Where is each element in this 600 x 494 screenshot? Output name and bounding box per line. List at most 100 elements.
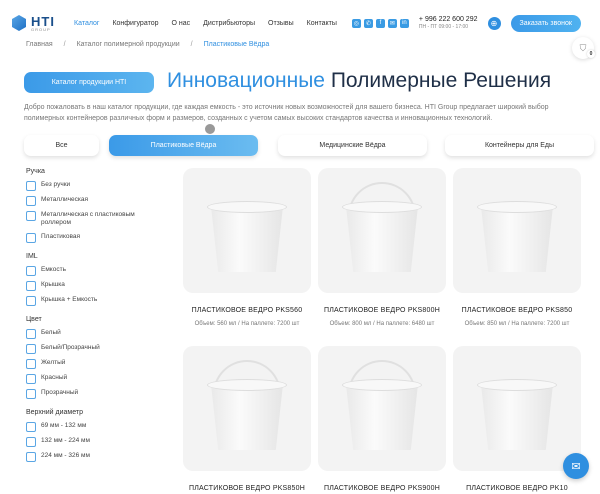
filter-label: Белый/Прозрачный bbox=[41, 343, 100, 351]
product-name[interactable]: ПЛАСТИКОВОЕ ВЕДРО PKS560 bbox=[192, 307, 303, 314]
product-name[interactable]: ПЛАСТИКОВОЕ ВЕДРО PKS850 bbox=[462, 307, 573, 314]
whatsapp-icon[interactable]: ✆ bbox=[363, 18, 373, 28]
filter-option[interactable]: Желтый bbox=[26, 358, 166, 369]
filter-option[interactable]: Красный bbox=[26, 373, 166, 384]
filter-option[interactable]: Крышка bbox=[26, 280, 166, 291]
filter-checkbox[interactable] bbox=[26, 211, 36, 221]
chat-icon: ✉ bbox=[571, 460, 581, 473]
product-card[interactable]: ПЛАСТИКОВОЕ ВЕДРО PKS850 Объем: 850 мл / … bbox=[453, 168, 581, 327]
filter-group: Ручка Без ручки Металлическая Металлическая… bbox=[26, 168, 166, 243]
filter-checkbox[interactable] bbox=[26, 265, 36, 276]
filter-label: Желтый bbox=[41, 358, 66, 366]
filter-label: Крышка bbox=[41, 280, 65, 288]
filter-option[interactable]: Емкость bbox=[26, 265, 166, 276]
filter-option[interactable]: Металлическая bbox=[26, 196, 166, 206]
product-specs: Объем: 800 мл / На паллете: 6480 шт bbox=[329, 321, 435, 327]
filter-option[interactable]: Без ручки bbox=[26, 181, 166, 191]
breadcrumb-home[interactable]: Главная bbox=[26, 41, 53, 48]
filter-label: 224 мм - 326 мм bbox=[41, 451, 90, 459]
filter-checkbox[interactable] bbox=[26, 388, 36, 399]
breadcrumb-separator: / bbox=[190, 41, 193, 48]
tab-medical-buckets[interactable]: Медицинские Вёдра bbox=[278, 135, 427, 156]
bucket-body bbox=[346, 384, 418, 450]
breadcrumb: Главная / Каталог полимерной продукции /… bbox=[26, 41, 269, 48]
mail-icon[interactable]: ✉ bbox=[387, 18, 397, 28]
header: HTI GROUP Каталог Конфигуратор О нас Дист… bbox=[0, 0, 600, 46]
tab-all[interactable]: Все bbox=[24, 135, 99, 156]
product-image[interactable] bbox=[453, 168, 581, 293]
product-image[interactable] bbox=[183, 346, 311, 471]
nav-catalog[interactable]: Каталог bbox=[74, 20, 99, 27]
filter-checkbox[interactable] bbox=[26, 295, 36, 306]
catalog-button[interactable]: Каталог продукции HTI bbox=[24, 72, 154, 93]
filter-option[interactable]: 224 мм - 326 мм bbox=[26, 451, 166, 462]
filter-option[interactable]: Белый/Прозрачный bbox=[26, 343, 166, 354]
filter-checkbox[interactable] bbox=[26, 343, 36, 354]
title-rest: Полимерные Решения bbox=[330, 69, 552, 92]
filter-checkbox[interactable] bbox=[26, 373, 36, 384]
page-title: Инновационные Полимерные Решения bbox=[167, 69, 551, 93]
instagram-icon[interactable]: ◎ bbox=[351, 18, 361, 28]
bucket-rim bbox=[342, 379, 422, 391]
brand-sub: GROUP bbox=[31, 26, 51, 32]
brand-name: HTI bbox=[31, 13, 55, 29]
filter-checkbox[interactable] bbox=[26, 436, 36, 447]
tab-food-containers[interactable]: Контейнеры для Еды bbox=[445, 135, 594, 156]
filter-option[interactable]: 69 мм - 132 мм bbox=[26, 421, 166, 432]
linkedin-icon[interactable]: in bbox=[399, 18, 409, 28]
filter-checkbox[interactable] bbox=[26, 421, 36, 432]
product-name[interactable]: ПЛАСТИКОВОЕ ВЕДРО PKS850H bbox=[189, 485, 305, 492]
cube-logo-icon bbox=[10, 14, 28, 32]
product-name[interactable]: ПЛАСТИКОВОЕ ВЕДРО PKS900H bbox=[324, 485, 440, 492]
product-image[interactable] bbox=[453, 346, 581, 471]
filter-label: 69 мм - 132 мм bbox=[41, 421, 87, 429]
filter-option[interactable]: 132 мм - 224 мм bbox=[26, 436, 166, 447]
social-links: ◎ ✆ f ✉ in bbox=[351, 18, 409, 28]
logo[interactable]: HTI GROUP bbox=[10, 14, 60, 32]
bucket-body bbox=[346, 206, 418, 272]
tab-plastic-buckets[interactable]: Пластиковые Вёдра bbox=[109, 135, 258, 156]
filter-checkbox[interactable] bbox=[26, 181, 36, 191]
filter-option[interactable]: Пластиковая bbox=[26, 232, 166, 243]
bucket-body bbox=[211, 384, 283, 450]
phone-number[interactable]: + 996 222 600 292 bbox=[419, 16, 478, 24]
breadcrumb-catalog[interactable]: Каталог полимерной продукции bbox=[77, 41, 180, 48]
product-name[interactable]: ПЛАСТИКОВОЕ ВЕДРО PK10 bbox=[466, 485, 568, 492]
request-call-button[interactable]: Заказать звонок bbox=[510, 14, 581, 32]
filter-checkbox[interactable] bbox=[26, 232, 36, 243]
filter-option[interactable]: Металлическая с пластиковым роллером bbox=[26, 211, 166, 228]
product-image[interactable] bbox=[318, 346, 446, 471]
product-card[interactable]: ПЛАСТИКОВОЕ ВЕДРО PK10 bbox=[453, 346, 581, 494]
chat-button[interactable]: ✉ bbox=[563, 453, 589, 479]
filter-checkbox[interactable] bbox=[26, 358, 36, 369]
cart-button[interactable]: ⛉ 0 bbox=[572, 37, 595, 59]
filter-label: Пластиковая bbox=[41, 232, 80, 240]
filter-label: Металлическая с пластиковым роллером bbox=[41, 211, 135, 227]
filter-checkbox[interactable] bbox=[26, 196, 36, 206]
product-card[interactable]: ПЛАСТИКОВОЕ ВЕДРО PKS800H Объем: 800 мл /… bbox=[318, 168, 446, 327]
filter-checkbox[interactable] bbox=[26, 451, 36, 462]
filter-option[interactable]: Белый bbox=[26, 328, 166, 339]
globe-icon[interactable]: ⊕ bbox=[487, 16, 501, 30]
product-grid: ПЛАСТИКОВОЕ ВЕДРО PKS560 Объем: 560 мл / … bbox=[183, 168, 581, 494]
nav-distributors[interactable]: Дистрибьюторы bbox=[203, 20, 255, 27]
nav-contacts[interactable]: Контакты bbox=[307, 20, 337, 27]
nav-about[interactable]: О нас bbox=[171, 20, 190, 27]
product-card[interactable]: ПЛАСТИКОВОЕ ВЕДРО PKS850H bbox=[183, 346, 311, 494]
product-card[interactable]: ПЛАСТИКОВОЕ ВЕДРО PKS560 Объем: 560 мл / … bbox=[183, 168, 311, 327]
filter-option[interactable]: Крышка + Емкость bbox=[26, 295, 166, 306]
facebook-icon[interactable]: f bbox=[375, 18, 385, 28]
product-image[interactable] bbox=[318, 168, 446, 293]
intro-text: Добро пожаловать в наш каталог продукции… bbox=[24, 104, 549, 122]
product-name[interactable]: ПЛАСТИКОВОЕ ВЕДРО PKS800H bbox=[324, 307, 440, 314]
filter-option[interactable]: Прозрачный bbox=[26, 388, 166, 399]
bucket-body bbox=[211, 206, 283, 272]
product-image[interactable] bbox=[183, 168, 311, 293]
nav-configurator[interactable]: Конфигуратор bbox=[112, 20, 158, 27]
filter-label: Красный bbox=[41, 373, 68, 381]
filter-checkbox[interactable] bbox=[26, 328, 36, 339]
breadcrumb-current: Пластиковые Вёдра bbox=[203, 41, 270, 48]
product-card[interactable]: ПЛАСТИКОВОЕ ВЕДРО PKS900H bbox=[318, 346, 446, 494]
nav-reviews[interactable]: Отзывы bbox=[268, 20, 294, 27]
filter-checkbox[interactable] bbox=[26, 280, 36, 291]
